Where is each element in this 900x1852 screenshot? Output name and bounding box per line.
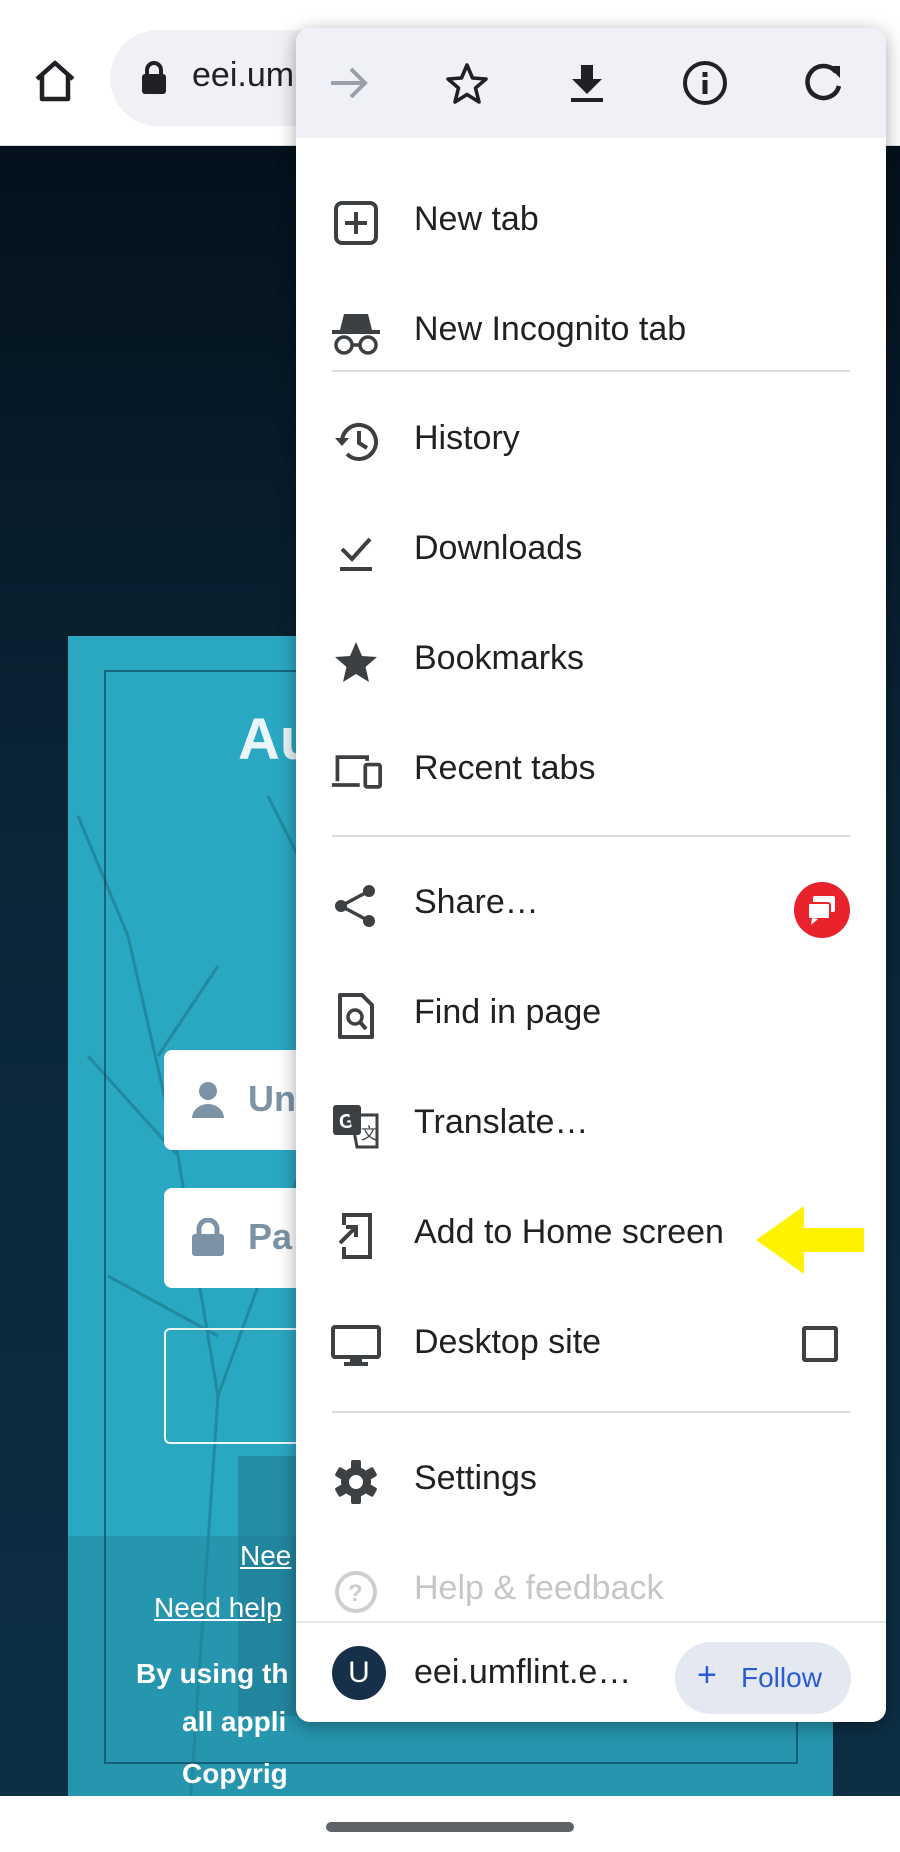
add-to-home-icon xyxy=(330,1210,382,1262)
system-navigation-bar xyxy=(0,1796,900,1852)
lock-icon xyxy=(142,61,166,94)
follow-button[interactable]: + Follow xyxy=(675,1642,851,1714)
follow-label: Follow xyxy=(741,1662,822,1693)
incognito-icon xyxy=(330,307,382,359)
svg-text:?: ? xyxy=(348,1580,363,1607)
menu-toolbar xyxy=(296,28,886,138)
terms-text-2: all appli xyxy=(182,1706,287,1737)
menu-item-downloads[interactable]: Downloads xyxy=(296,496,886,606)
menu-item-share[interactable]: Share… xyxy=(296,850,886,960)
help-link-1[interactable]: Nee xyxy=(240,1540,291,1572)
menu-item-label: Find in page xyxy=(414,993,602,1031)
menu-divider xyxy=(332,1411,850,1413)
menu-item-label: New Incognito tab xyxy=(414,310,687,348)
site-avatar: U xyxy=(332,1646,386,1700)
menu-item-label: Settings xyxy=(414,1459,537,1497)
info-icon[interactable] xyxy=(672,50,738,116)
menu-item-label: New tab xyxy=(414,200,539,238)
site-follow-row: U eei.umflint.e… + Follow xyxy=(296,1621,886,1722)
find-in-page-icon xyxy=(330,990,382,1042)
desktop-site-checkbox[interactable] xyxy=(802,1326,838,1362)
menu-item-label: Desktop site xyxy=(414,1323,602,1361)
forward-arrow-icon[interactable] xyxy=(316,50,382,116)
desktop-icon xyxy=(330,1320,382,1372)
menu-item-settings[interactable]: Settings xyxy=(296,1426,886,1536)
menu-item-label: Translate… xyxy=(414,1103,589,1141)
plus-icon: + xyxy=(697,1656,717,1694)
menu-item-recent-tabs[interactable]: Recent tabs xyxy=(296,716,886,826)
menu-item-desktop-site[interactable]: Desktop site xyxy=(296,1290,886,1400)
url-text: eei.um xyxy=(192,56,295,94)
menu-item-label: Downloads xyxy=(414,529,583,567)
menu-item-translate[interactable]: G文 Translate… xyxy=(296,1070,886,1180)
home-icon[interactable] xyxy=(22,48,88,114)
menu-item-label: Share… xyxy=(414,883,539,921)
copyright-text: Copyrig xyxy=(182,1758,288,1789)
menu-item-history[interactable]: History xyxy=(296,386,886,496)
translate-icon: G文 xyxy=(330,1100,382,1152)
menu-item-label: Bookmarks xyxy=(414,639,585,677)
username-placeholder: Un xyxy=(248,1078,296,1119)
gesture-handle[interactable] xyxy=(326,1822,574,1832)
help-link-2[interactable]: Need help xyxy=(154,1592,282,1624)
refresh-icon[interactable] xyxy=(790,50,856,116)
menu-item-label: Add to Home screen xyxy=(414,1213,724,1251)
menu-item-bookmarks[interactable]: Bookmarks xyxy=(296,606,886,716)
overflow-menu: New tab New Incognito tab History Downlo… xyxy=(296,28,886,1722)
lock-icon xyxy=(192,1218,224,1256)
menu-divider xyxy=(332,835,850,837)
terms-text-1: By using th xyxy=(136,1658,289,1689)
bookmarks-star-icon xyxy=(330,636,382,688)
star-icon[interactable] xyxy=(434,50,500,116)
annotation-arrow-icon xyxy=(756,1206,864,1274)
user-icon xyxy=(192,1082,224,1118)
settings-gear-icon xyxy=(330,1456,382,1508)
downloads-icon xyxy=(330,526,382,578)
download-icon[interactable] xyxy=(554,50,620,116)
menu-item-label: Help & feedback xyxy=(414,1569,664,1607)
share-icon xyxy=(330,880,382,932)
menu-item-new-tab[interactable]: New tab xyxy=(296,167,886,277)
share-app-badge-icon[interactable] xyxy=(794,882,850,938)
svg-text:文: 文 xyxy=(361,1125,377,1143)
menu-divider xyxy=(332,370,850,372)
menu-item-find-in-page[interactable]: Find in page xyxy=(296,960,886,1070)
history-icon xyxy=(330,416,382,468)
help-icon: ? xyxy=(330,1566,382,1618)
devices-icon xyxy=(330,746,382,798)
site-name: eei.umflint.e… xyxy=(414,1653,632,1691)
password-placeholder: Pa xyxy=(248,1216,293,1257)
new-tab-icon xyxy=(330,197,382,249)
menu-item-label: Recent tabs xyxy=(414,749,596,787)
menu-item-label: History xyxy=(414,419,520,457)
